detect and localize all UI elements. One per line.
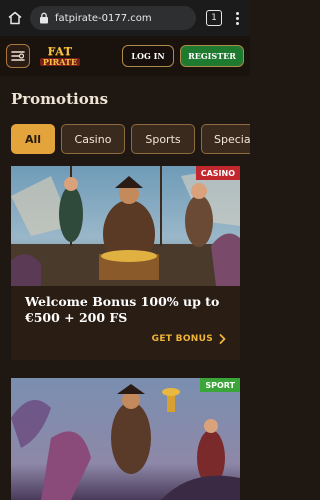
address-bar[interactable]: fatpirate-0177.com (30, 6, 196, 30)
filter-sports[interactable]: Sports (131, 124, 195, 154)
url-text: fatpirate-0177.com (55, 12, 152, 24)
tabs-icon[interactable]: 1 (206, 10, 222, 26)
get-bonus-label: GET BONUS (151, 334, 213, 344)
register-button[interactable]: REGISTER (180, 45, 244, 67)
site-logo[interactable]: FAT PIRATE (36, 43, 84, 69)
promo-card-body: Welcome Bonus 100% up to €500 + 200 FS G… (11, 286, 240, 360)
menu-icon (11, 51, 25, 61)
casino-badge: CASINO (195, 166, 240, 180)
promo-image (11, 378, 240, 500)
lock-icon (38, 12, 50, 24)
filter-casino[interactable]: Casino (61, 124, 125, 154)
sport-badge: SPORT (200, 378, 240, 392)
filter-special[interactable]: Specia (201, 124, 250, 154)
menu-button[interactable] (6, 44, 30, 68)
promo-image (11, 166, 240, 286)
promo-title: Welcome Bonus 100% up to €500 + 200 FS (25, 294, 220, 325)
more-icon[interactable] (230, 9, 244, 27)
get-bonus-button[interactable]: GET BONUS (152, 334, 226, 344)
filter-all[interactable]: All (11, 124, 55, 154)
login-button[interactable]: LOG IN (122, 45, 174, 67)
filter-tabs: All Casino Sports Specia (11, 124, 250, 156)
chevron-right-icon (219, 334, 226, 344)
page-title: Promotions (11, 90, 109, 108)
logo-bottom: PIRATE (39, 58, 81, 66)
promo-card[interactable]: SPORT (11, 378, 240, 500)
site-header: FAT PIRATE LOG IN REGISTER (0, 36, 250, 76)
home-icon[interactable] (6, 9, 24, 27)
browser-toolbar: fatpirate-0177.com 1 (0, 0, 250, 36)
logo-top: FAT (47, 45, 73, 58)
promo-card[interactable]: CASINO Welcome Bonus 100% up to €500 + 2… (11, 166, 240, 360)
